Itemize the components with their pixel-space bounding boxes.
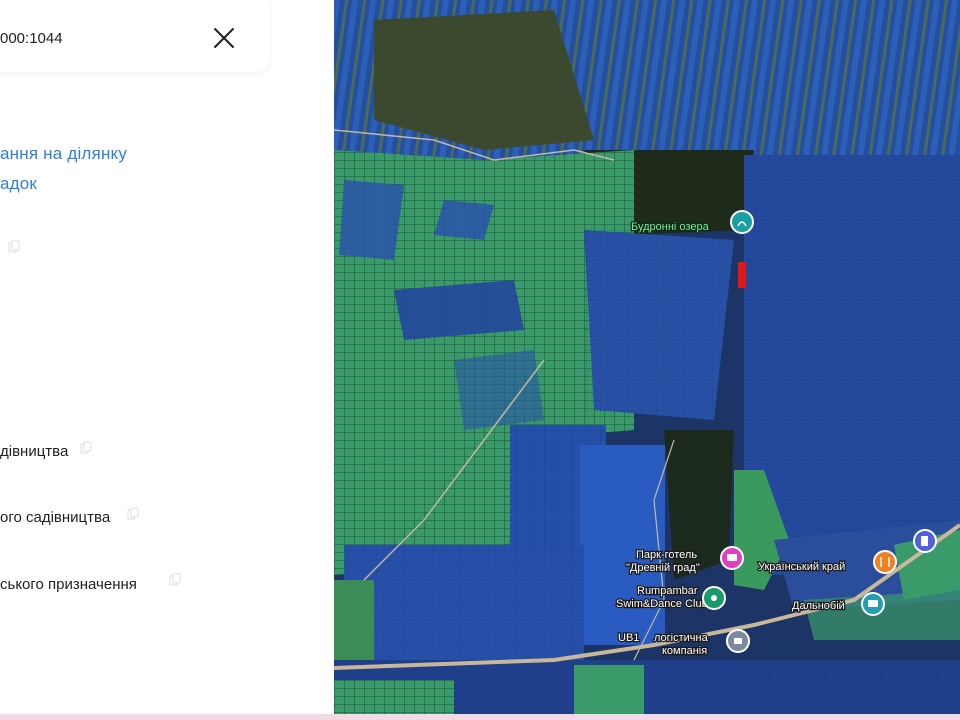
parcel-link-line-2[interactable]: адок <box>0 174 37 194</box>
club-poi-icon[interactable] <box>702 586 726 610</box>
map-label-lake: Будронні озера <box>631 221 710 233</box>
cadastral-number-input[interactable]: 000:1044 <box>0 30 63 47</box>
bottom-edge-bar <box>0 714 960 720</box>
map-canvas[interactable]: Будронні озера Парк-готель "Древній град… <box>334 0 960 720</box>
purpose-text-3: ського призначення <box>0 576 137 593</box>
parcel-link-line-1[interactable]: ання на ділянку <box>0 144 127 164</box>
lake-poi-icon[interactable] <box>730 210 754 234</box>
fuel-poi-icon[interactable] <box>913 529 937 553</box>
map-label-dalnobii: Дальнобій <box>792 600 845 612</box>
map-label-ukr-krai: Український край <box>758 561 845 573</box>
map-label-rumpambar-line-2: Swim&Dance Club <box>616 598 708 610</box>
copy-icon[interactable] <box>80 441 92 455</box>
hotel-poi-icon[interactable] <box>720 546 744 570</box>
land-parcel-block <box>580 445 665 645</box>
close-icon[interactable] <box>212 26 236 50</box>
map-label-ub1: UB1 <box>618 632 639 644</box>
search-box[interactable]: 000:1044 <box>0 0 270 72</box>
hotel-poi-icon[interactable] <box>861 592 885 616</box>
map-label-rumpambar-line-1: Rumpambar <box>637 585 698 597</box>
purpose-text-2: ого садівництва <box>0 509 111 526</box>
map-label-logistics-line-1: логістична <box>654 632 709 644</box>
selected-parcel-highlight[interactable] <box>738 262 746 288</box>
map-label-logistics-line-2: компанія <box>662 645 707 657</box>
map-label-hotel-line-1: Парк-готель <box>636 549 697 561</box>
copy-icon[interactable] <box>127 507 139 521</box>
parcel-info-panel: 000:1044 ання на ділянку адок дівництва … <box>0 0 334 720</box>
company-poi-icon[interactable] <box>726 629 750 653</box>
satellite-map[interactable]: Будронні озера Парк-готель "Древній град… <box>334 0 960 720</box>
restaurant-poi-icon[interactable] <box>873 550 897 574</box>
map-label-hotel-line-2: "Древній град" <box>626 562 700 574</box>
copy-icon[interactable] <box>8 240 20 254</box>
purpose-text-1: дівництва <box>0 443 69 460</box>
copy-icon[interactable] <box>169 573 181 587</box>
